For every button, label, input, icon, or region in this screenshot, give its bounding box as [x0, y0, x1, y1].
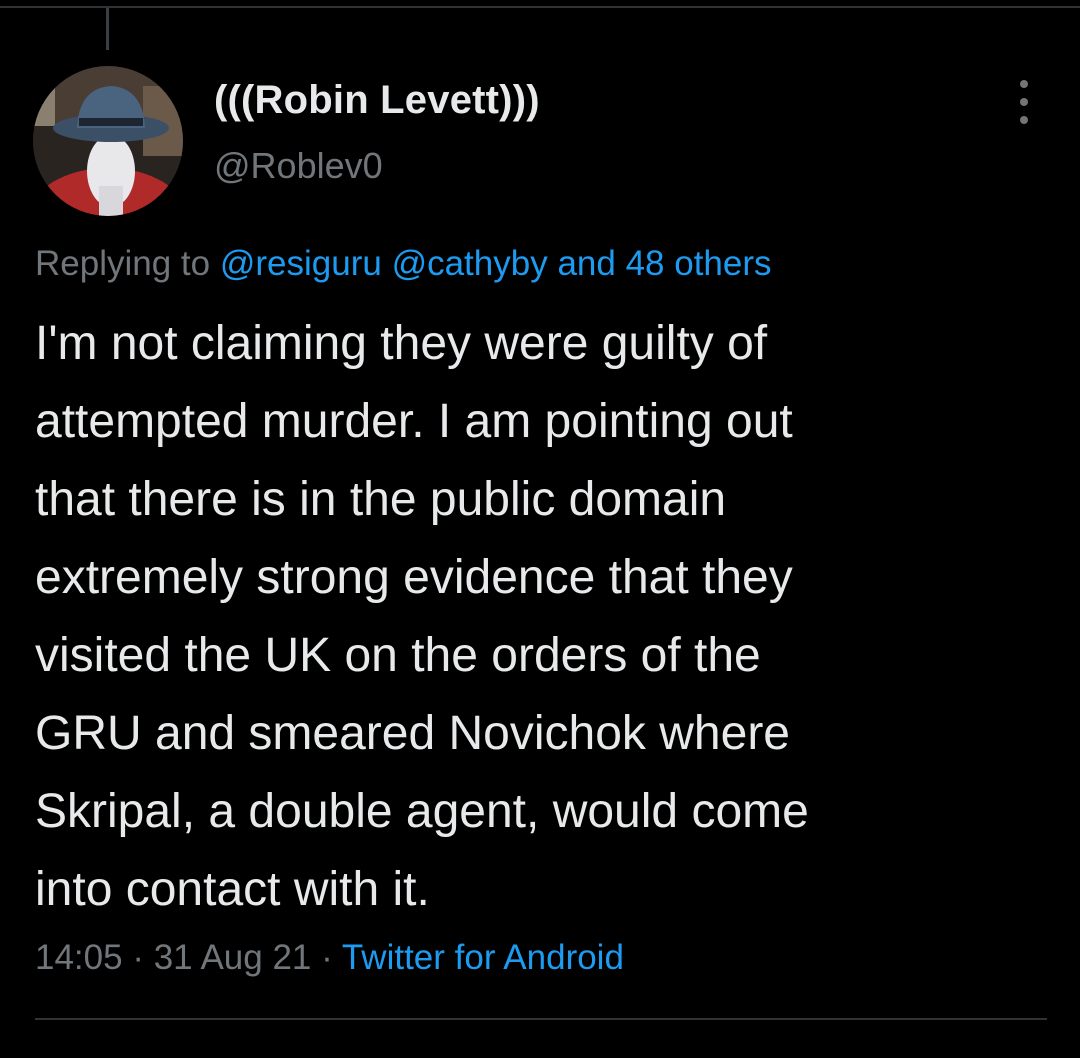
avatar[interactable] — [33, 66, 183, 216]
more-vertical-icon-dot — [1020, 116, 1028, 124]
replying-to-label: Replying to — [35, 244, 211, 283]
meta-separator: · — [132, 938, 144, 977]
tweet-text-line: Skripal, a double agent, would come — [35, 785, 809, 838]
avatar-image — [33, 66, 183, 216]
tweet-text-line: into contact with it. — [35, 863, 430, 916]
top-divider — [0, 6, 1080, 8]
tweet-text-line: I'm not claiming they were guilty of — [35, 317, 768, 370]
tweet-text-line: that there is in the public domain — [35, 473, 727, 526]
bottom-divider — [35, 1018, 1047, 1020]
tweet-date[interactable]: 31 Aug 21 — [154, 938, 312, 977]
more-options-button[interactable] — [1006, 80, 1042, 124]
tweet-text: I'm not claiming they were guilty of att… — [35, 305, 1045, 929]
tweet-text-line: extremely strong evidence that they — [35, 551, 793, 604]
replying-to-line: Replying to @resiguru @cathyby and 48 ot… — [35, 244, 772, 284]
tweet-text-line: attempted murder. I am pointing out — [35, 395, 793, 448]
mention-link-cathyby[interactable]: @cathyby — [392, 244, 548, 283]
thread-connector-line — [106, 8, 109, 50]
user-handle[interactable]: @Roblev0 — [214, 145, 383, 187]
tweet-text-line: visited the UK on the orders of the — [35, 629, 761, 682]
mention-link-resiguru[interactable]: @resiguru — [220, 244, 382, 283]
display-name[interactable]: (((Robin Levett))) — [214, 78, 540, 123]
more-vertical-icon — [1020, 80, 1028, 88]
tweet-metadata: 14:05 · 31 Aug 21 · Twitter for Android — [35, 938, 624, 978]
more-vertical-icon-dot — [1020, 98, 1028, 106]
tweet-text-line: GRU and smeared Novichok where — [35, 707, 790, 760]
tweet-time[interactable]: 14:05 — [35, 938, 123, 977]
tweet-source-link[interactable]: Twitter for Android — [342, 938, 624, 977]
others-link[interactable]: and 48 others — [557, 244, 771, 283]
meta-separator: · — [321, 938, 333, 977]
